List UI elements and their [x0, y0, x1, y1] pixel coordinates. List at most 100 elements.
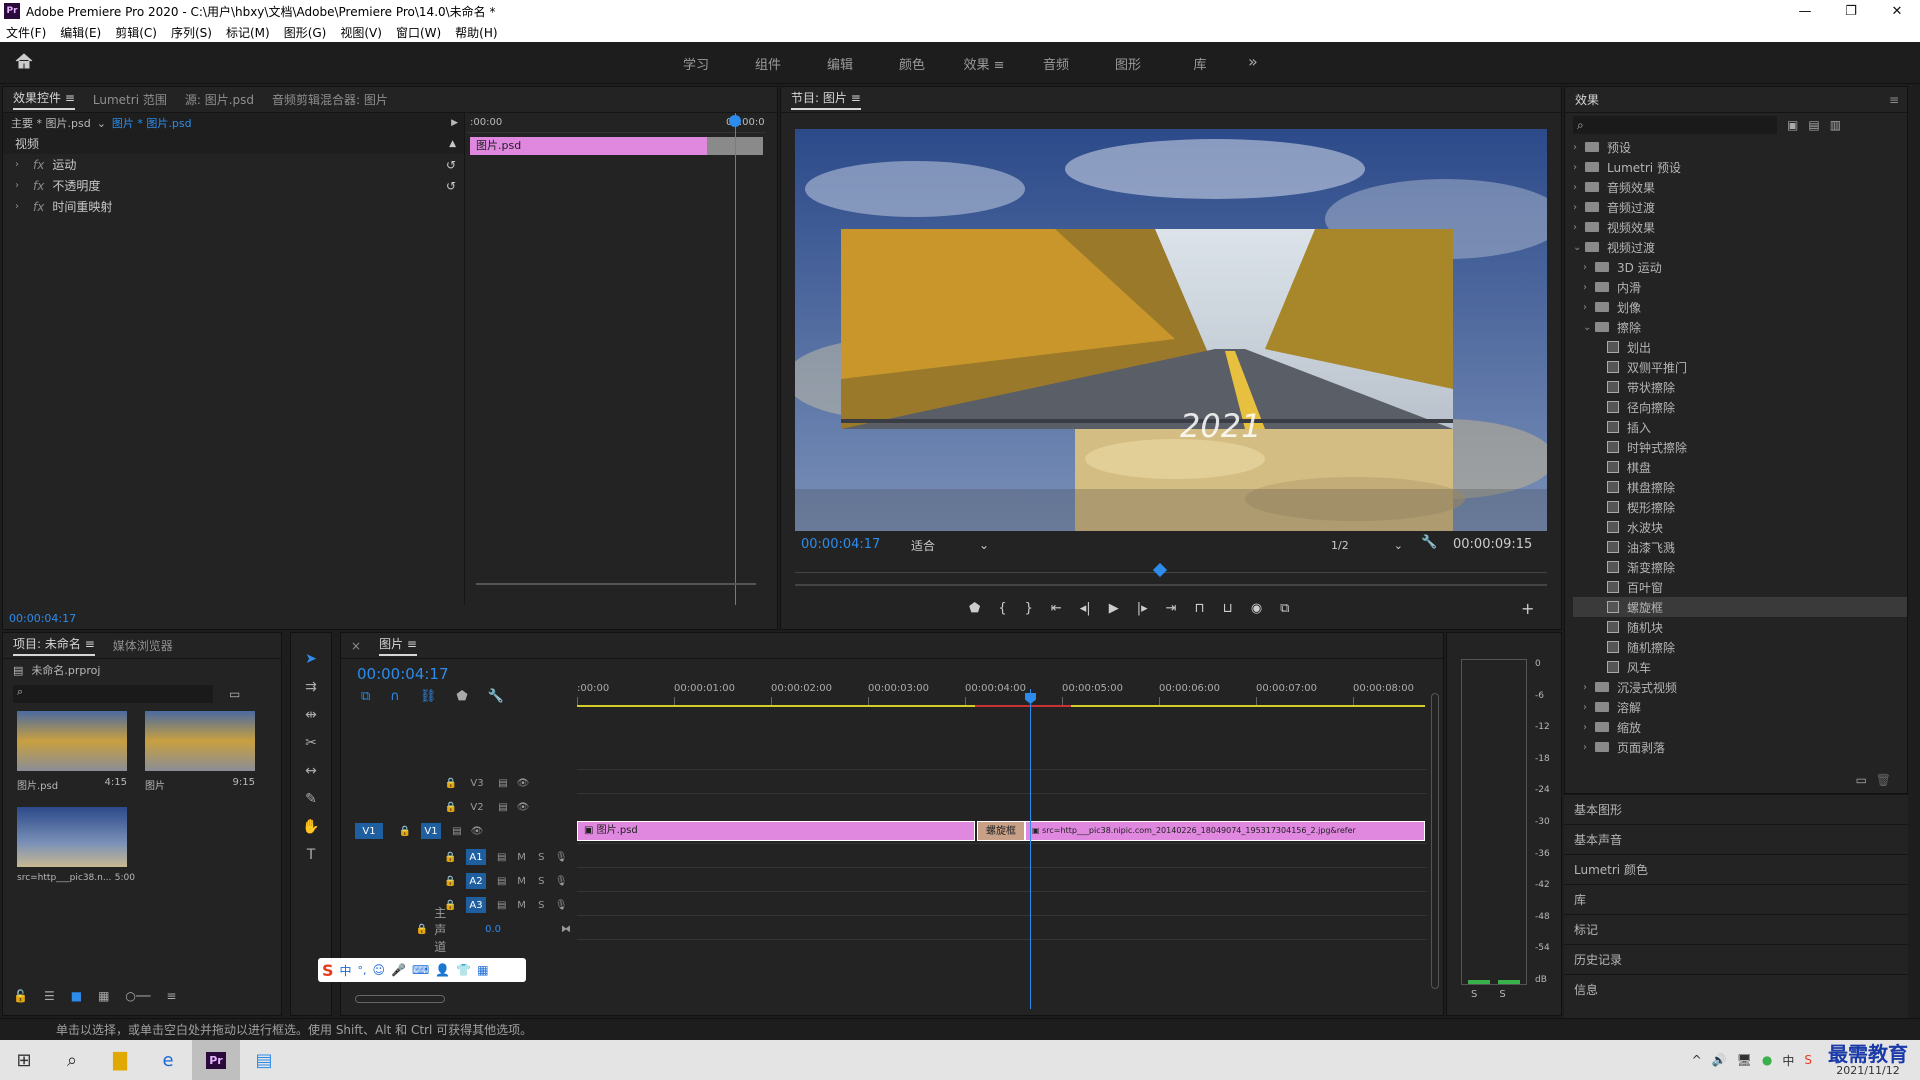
solo-button[interactable]: S — [531, 849, 551, 865]
user-icon[interactable]: 👤 — [435, 963, 450, 977]
panel-essential-sound[interactable]: 基本声音 — [1564, 824, 1908, 854]
sync-lock-icon[interactable]: ▤ — [492, 873, 512, 889]
expand-icon[interactable]: › — [15, 201, 27, 212]
delete-icon[interactable]: 🗑 — [1876, 773, 1891, 787]
mic-icon[interactable]: 🎙 — [551, 849, 571, 865]
tree-item-audio-effects[interactable]: › 音频效果 — [1573, 177, 1907, 197]
clip-background-image[interactable]: ▣ src=http___pic38.nipic.com_20140226_18… — [1025, 821, 1425, 841]
tree-item-wipe-effect[interactable]: 带状擦除 — [1573, 377, 1907, 397]
expand-icon[interactable]: › — [1583, 682, 1595, 693]
tab-effect-controls[interactable]: 效果控件 ≡ — [13, 89, 75, 110]
panel-menu-icon[interactable]: ≡ — [65, 91, 75, 105]
master-volume-value[interactable]: 0.0 — [485, 924, 501, 935]
sync-lock-icon[interactable]: ▤ — [492, 897, 512, 913]
tab-project[interactable]: 项目: 未命名 ≡ — [13, 635, 95, 656]
lock-icon[interactable]: 🔒 — [441, 775, 461, 791]
ec-clip-bar[interactable]: 图片.psd — [470, 137, 707, 155]
tree-item-wipe-effect[interactable]: 径向擦除 — [1573, 397, 1907, 417]
tab-program[interactable]: 节目: 图片 ≡ — [791, 89, 861, 110]
tree-item-wipe-effect[interactable]: 棋盘擦除 — [1573, 477, 1907, 497]
program-scrollbar[interactable] — [795, 584, 1547, 586]
file-explorer-icon[interactable]: ▇ — [96, 1040, 144, 1080]
timeline-ruler[interactable]: :00:00 00:00:01:00 00:00:02:00 00:00:03:00 0… — [577, 679, 1427, 705]
lock-icon[interactable]: 🔒 — [440, 873, 460, 889]
tree-item-wipe-effect[interactable]: 渐变擦除 — [1573, 557, 1907, 577]
fx-icon[interactable]: fx — [33, 179, 44, 193]
fit-dropdown[interactable]: 适合 ⌄ — [907, 536, 993, 554]
effects-search-input[interactable]: ⌕ — [1573, 116, 1777, 134]
menu-view[interactable]: 视图(V) — [340, 24, 382, 41]
slip-tool-icon[interactable]: ↔ — [300, 763, 322, 785]
track-label-v2[interactable]: V2 — [467, 799, 487, 815]
voice-icon[interactable]: 🎤 — [391, 963, 406, 977]
accelerated-effects-icon[interactable]: ▣ — [1787, 118, 1798, 132]
add-marker-icon[interactable]: ⬟ — [969, 601, 980, 616]
menu-help[interactable]: 帮助(H) — [455, 24, 497, 41]
expand-icon[interactable]: › — [15, 180, 27, 191]
ec-zoom-scrollbar[interactable] — [476, 583, 756, 585]
project-item[interactable]: 图片 9:15 — [145, 711, 269, 797]
effect-row-opacity[interactable]: › fx 不透明度 ↺ — [3, 175, 464, 196]
go-to-out-icon[interactable]: ⇥ — [1166, 601, 1177, 616]
clock[interactable]: 最需教育 2021/11/12 — [1828, 1044, 1908, 1077]
menu-markers[interactable]: 标记(M) — [226, 24, 270, 41]
mark-out-icon[interactable]: } — [1025, 601, 1033, 616]
lock-icon[interactable]: 🔒 — [441, 799, 461, 815]
expand-icon[interactable]: › — [1583, 262, 1595, 273]
lock-icon[interactable]: 🔓 — [13, 989, 28, 1003]
expand-icon[interactable]: › — [1583, 702, 1595, 713]
new-bin-icon[interactable]: ▭ — [229, 687, 240, 701]
fx-icon[interactable]: fx — [33, 158, 44, 172]
scroll-up-icon[interactable]: ▲ — [449, 139, 456, 149]
add-button-icon[interactable]: + — [1521, 599, 1534, 618]
solo-left-button[interactable]: S — [1471, 989, 1477, 1000]
timeline-timecode[interactable]: 00:00:04:17 — [357, 665, 449, 683]
panel-menu-icon[interactable]: ≡ — [1889, 93, 1899, 107]
program-video-frame[interactable]: 2021 — [795, 129, 1547, 531]
solo-right-button[interactable]: S — [1499, 989, 1505, 1000]
master-clip-label[interactable]: 主要 * 图片.psd — [11, 115, 91, 131]
icon-view-icon[interactable]: ■ — [71, 989, 82, 1003]
selection-tool-icon[interactable]: ➤ — [300, 651, 322, 673]
panel-lumetri-color[interactable]: Lumetri 颜色 — [1564, 854, 1908, 884]
workspace-tab-graphics[interactable]: 图形 — [1092, 54, 1164, 73]
sort-icon[interactable]: ≡ — [166, 989, 176, 1003]
ime-punct-button[interactable]: °, — [358, 964, 367, 977]
mark-in-icon[interactable]: { — [998, 601, 1006, 616]
add-marker-icon[interactable]: ⬟ — [456, 689, 467, 704]
expand-icon[interactable]: › — [1583, 742, 1595, 753]
ripple-edit-tool-icon[interactable]: ⇹ — [300, 707, 322, 729]
tree-item-wipe-effect[interactable]: 风车 — [1573, 657, 1907, 677]
panel-markers[interactable]: 标记 — [1564, 914, 1908, 944]
effect-row-time-remap[interactable]: › fx 时间重映射 — [3, 196, 464, 217]
tray-overflow-icon[interactable]: ^ — [1692, 1053, 1702, 1067]
tree-item-lumetri-presets[interactable]: › Lumetri 预设 — [1573, 157, 1907, 177]
collapse-icon[interactable]: ⌄ — [1573, 242, 1585, 253]
tab-lumetri-scopes[interactable]: Lumetri 范围 — [93, 91, 167, 108]
collapse-icon[interactable]: ⌄ — [1583, 322, 1595, 333]
wrench-icon[interactable]: 🔧 — [1421, 535, 1437, 550]
panel-menu-icon[interactable]: ≡ — [851, 91, 861, 105]
mic-icon[interactable]: 🎙 — [551, 897, 571, 913]
ec-playhead-handle[interactable] — [729, 115, 741, 127]
panel-info[interactable]: 信息 — [1564, 974, 1908, 1004]
timeline-settings-icon[interactable]: 🔧 — [488, 689, 504, 704]
list-view-icon[interactable]: ☰ — [44, 989, 55, 1003]
track-label-a2[interactable]: A2 — [466, 873, 486, 889]
timeline-playhead[interactable] — [1030, 689, 1031, 1009]
volume-icon[interactable]: 🔊 — [1712, 1053, 1727, 1067]
effects-search-field[interactable] — [1587, 119, 1768, 131]
reset-icon[interactable]: ↺ — [446, 158, 456, 172]
go-to-in-icon[interactable]: ⇤ — [1051, 601, 1062, 616]
windows-start-icon[interactable]: ⊞ — [0, 1040, 48, 1080]
linked-selection-icon[interactable]: ⛓ — [420, 689, 437, 704]
panel-history[interactable]: 历史记录 — [1564, 944, 1908, 974]
track-label-a1[interactable]: A1 — [466, 849, 486, 865]
panel-libraries[interactable]: 库 — [1564, 884, 1908, 914]
sequence-clip-label[interactable]: 图片 * 图片.psd — [112, 115, 192, 131]
lock-icon[interactable]: 🔒 — [440, 849, 460, 865]
menu-window[interactable]: 窗口(W) — [396, 24, 441, 41]
project-search-input[interactable]: ⌕ — [13, 685, 213, 703]
sogou-tray-icon[interactable]: S — [1804, 1053, 1812, 1067]
close-button[interactable]: ✕ — [1874, 0, 1920, 22]
